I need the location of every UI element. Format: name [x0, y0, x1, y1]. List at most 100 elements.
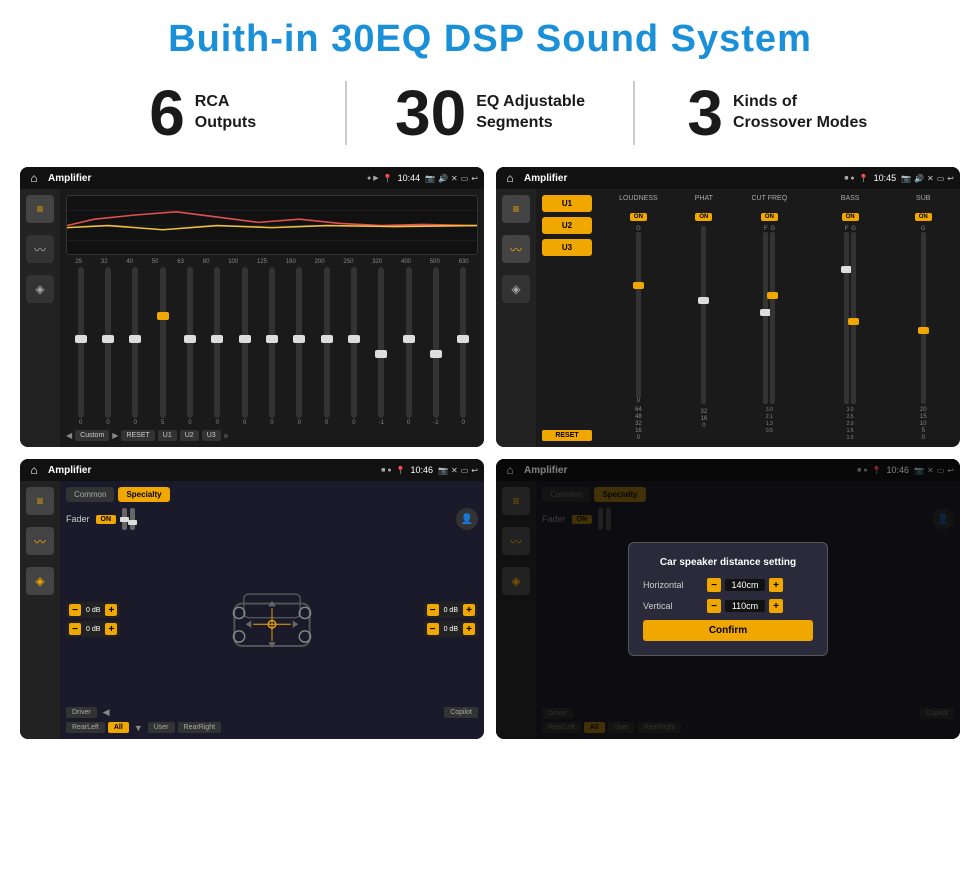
sidebar-vol-icon-2[interactable]: ◈ — [502, 275, 530, 303]
sub-toggle[interactable]: ON — [915, 213, 932, 221]
vertical-row: Vertical − 110cm + — [643, 599, 813, 613]
home-icon-2[interactable]: ⌂ — [502, 170, 518, 186]
home-icon-3[interactable]: ⌂ — [26, 462, 42, 478]
screen2-body: ≡ 〰 ◈ U1 U2 U3 RESET LOUDNESS PHAT — [496, 189, 960, 447]
bass-toggle[interactable]: ON — [842, 213, 859, 221]
rearright-btn[interactable]: RearRight — [178, 722, 222, 733]
status-icons-1: 📍 10:44 📷 🔊 ✕ ▭ ↩ — [383, 173, 478, 183]
driver-btn[interactable]: Driver — [66, 707, 97, 718]
all-btn[interactable]: All — [108, 722, 129, 733]
cutfreq-toggle[interactable]: ON — [761, 213, 778, 221]
eq-slider-3: 5 — [150, 267, 175, 426]
ctrl-labels: LOUDNESS PHAT CUT FREQ BASS SUB — [596, 195, 954, 202]
user-btn[interactable]: User — [148, 722, 175, 733]
avatar-icon[interactable]: 👤 — [456, 508, 478, 530]
minus-btn-4[interactable]: − — [427, 623, 439, 635]
vertical-value: 110cm — [725, 600, 765, 612]
fader-toggle[interactable]: ON — [96, 515, 117, 524]
vertical-plus-btn[interactable]: + — [769, 599, 783, 613]
eq-slider-4: 0 — [177, 267, 202, 426]
specialty-tab[interactable]: Specialty — [118, 487, 169, 502]
dot-icons: ● ▶ — [367, 174, 379, 182]
arrow-down-icon[interactable]: ▼ — [132, 723, 145, 733]
sidebar-icon-3c[interactable]: ◈ — [26, 567, 54, 595]
rearleft-btn[interactable]: RearLeft — [66, 722, 105, 733]
reset-btn[interactable]: RESET — [121, 430, 154, 441]
confirm-button[interactable]: Confirm — [643, 620, 813, 641]
eq-slider-13: -1 — [423, 267, 448, 426]
custom-btn[interactable]: Custom — [75, 430, 109, 441]
db-val-3: 0 dB — [441, 607, 461, 614]
more-icon[interactable]: » — [224, 431, 228, 440]
eq-slider-9: 0 — [314, 267, 339, 426]
db-val-2: 0 dB — [83, 626, 103, 633]
fader-bottom-row: Driver ◀ Copilot — [66, 707, 478, 718]
vertical-minus-btn[interactable]: − — [707, 599, 721, 613]
eq-slider-14: 0 — [451, 267, 476, 426]
minus-btn-3[interactable]: − — [427, 604, 439, 616]
u3-btn[interactable]: U3 — [202, 430, 221, 441]
fader-bottom-row-2: RearLeft All ▼ User RearRight — [66, 722, 478, 733]
stat-number-rca: 6 — [149, 81, 185, 145]
eq-bottom-bar: ◀ Custom ▶ RESET U1 U2 U3 » — [66, 430, 478, 441]
u2-btn[interactable]: U2 — [180, 430, 199, 441]
plus-btn-4[interactable]: + — [463, 623, 475, 635]
horizontal-value: 140cm — [725, 579, 765, 591]
sidebar-wave-icon[interactable]: 〰 — [26, 235, 54, 263]
dialog-title: Car speaker distance setting — [643, 557, 813, 568]
prev-icon[interactable]: ◀ — [66, 431, 72, 440]
eq-slider-12: 0 — [396, 267, 421, 426]
screen-crossover: ⌂ Amplifier ■ ● 📍 10:45 📷 🔊 ✕ ▭ ↩ ≡ 〰 ◈ — [496, 167, 960, 447]
phat-toggle[interactable]: ON — [695, 213, 712, 221]
eq-freq-labels: 25 32 40 50 63 80 100 125 160 200 250 32… — [66, 259, 478, 265]
home-icon[interactable]: ⌂ — [26, 170, 42, 186]
common-tab[interactable]: Common — [66, 487, 114, 502]
next-icon[interactable]: ▶ — [112, 431, 118, 440]
dot-icons-2: ■ ● — [844, 175, 854, 182]
status-bar-3: ⌂ Amplifier ■ ● 📍 10:46 📷 ✕ ▭ ↩ — [20, 459, 484, 481]
copilot-btn[interactable]: Copilot — [444, 707, 478, 718]
eq-slider-7: 0 — [259, 267, 284, 426]
horizontal-plus-btn[interactable]: + — [769, 578, 783, 592]
crossover-sliders: LOUDNESS PHAT CUT FREQ BASS SUB ON ON ON… — [596, 195, 954, 441]
plus-btn-1[interactable]: + — [105, 604, 117, 616]
arrow-left-icon[interactable]: ◀ — [100, 707, 113, 718]
sidebar-eq-icon[interactable]: ≡ — [26, 195, 54, 223]
ctrl-toggles: ON ON ON ON ON — [596, 205, 954, 223]
sidebar-wave-icon-2[interactable]: 〰 — [502, 235, 530, 263]
sidebar-vol-icon[interactable]: ◈ — [26, 275, 54, 303]
u1-btn[interactable]: U1 — [158, 430, 177, 441]
minus-btn-1[interactable]: − — [69, 604, 81, 616]
loudness-toggle[interactable]: ON — [630, 213, 647, 221]
eq-slider-5: 0 — [205, 267, 230, 426]
screen3-body: ≡ 〰 ◈ Common Specialty Fader ON 👤 — [20, 481, 484, 739]
stat-text-rca: RCA Outputs — [195, 92, 256, 134]
minus-btn-2[interactable]: − — [69, 623, 81, 635]
eq-slider-2: 0 — [123, 267, 148, 426]
eq-slider-11: -1 — [369, 267, 394, 426]
u1-preset[interactable]: U1 — [542, 195, 592, 212]
reset-preset[interactable]: RESET — [542, 430, 592, 441]
sidebar-icon-3a[interactable]: ≡ — [26, 487, 54, 515]
screen-fader: ⌂ Amplifier ■ ● 📍 10:46 📷 ✕ ▭ ↩ ≡ 〰 ◈ Co… — [20, 459, 484, 739]
screen1-sidebar: ≡ 〰 ◈ — [20, 189, 60, 447]
stat-text-eq: EQ Adjustable Segments — [476, 92, 585, 134]
dialog-overlay: Car speaker distance setting Horizontal … — [496, 459, 960, 739]
screen2-sidebar: ≡ 〰 ◈ — [496, 189, 536, 447]
horizontal-minus-btn[interactable]: − — [707, 578, 721, 592]
u3-preset[interactable]: U3 — [542, 239, 592, 256]
status-icons-2: 📍 10:45 📷 🔊 ✕ ▭ ↩ — [859, 173, 954, 183]
plus-btn-3[interactable]: + — [463, 604, 475, 616]
sidebar-icon-3b[interactable]: 〰 — [26, 527, 54, 555]
fader-top-bar: Fader ON 👤 — [66, 508, 478, 530]
horizontal-label: Horizontal — [643, 580, 703, 590]
sidebar-eq-icon-2[interactable]: ≡ — [502, 195, 530, 223]
screen-dialog: ⌂ Amplifier ■ ● 📍 10:46 📷 ✕ ▭ ↩ ≡ 〰 ◈ Co… — [496, 459, 960, 739]
u2-preset[interactable]: U2 — [542, 217, 592, 234]
vert-sliders: G 0 — [596, 226, 954, 404]
db-control-3: − 0 dB + — [424, 602, 478, 618]
stat-text-crossover: Kinds of Crossover Modes — [733, 92, 867, 134]
stat-eq: 30 EQ Adjustable Segments — [345, 81, 634, 145]
plus-btn-2[interactable]: + — [105, 623, 117, 635]
fader-right-controls: − 0 dB + − 0 dB + — [424, 536, 478, 703]
